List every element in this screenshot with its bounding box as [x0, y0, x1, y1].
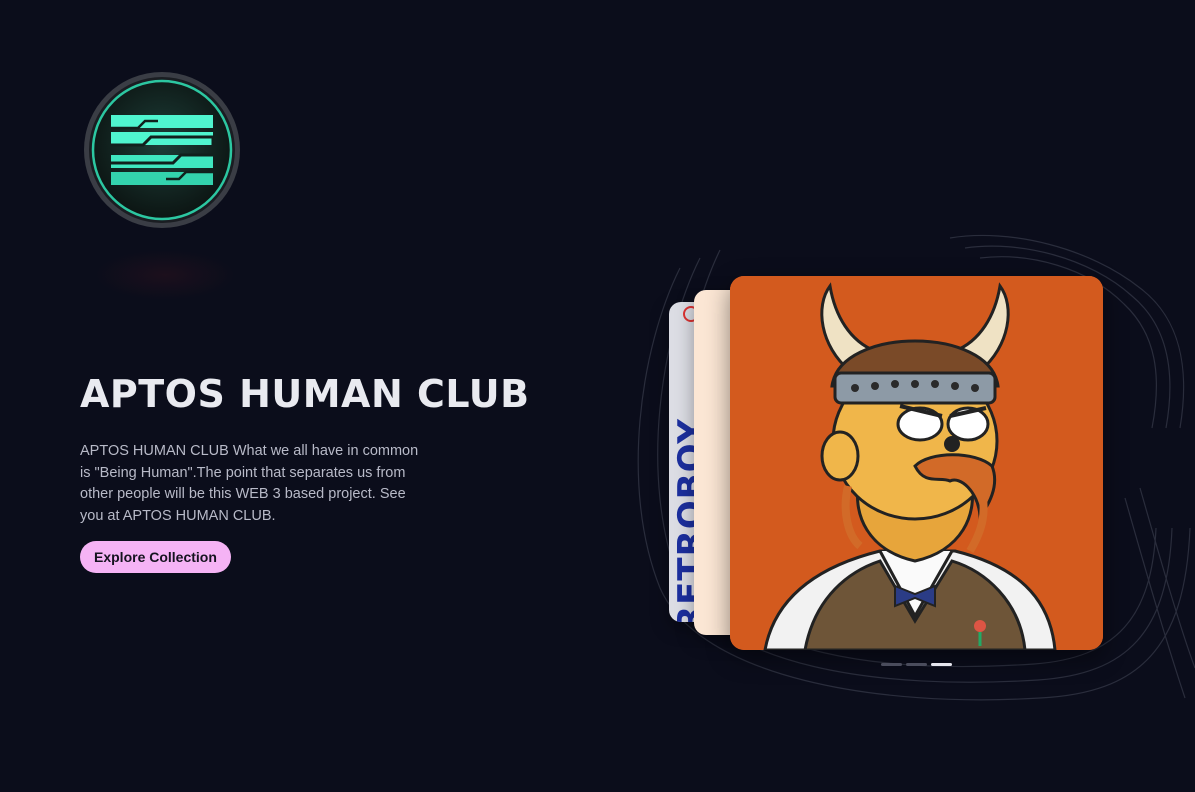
- carousel-pagination: [881, 663, 952, 666]
- carousel-dot-2[interactable]: [906, 663, 927, 666]
- explore-collection-button[interactable]: Explore Collection: [80, 541, 231, 573]
- viking-human-nft-image: [730, 276, 1103, 650]
- carousel-card-front[interactable]: [730, 276, 1103, 650]
- hero-title: APTOS HUMAN CLUB: [80, 372, 530, 416]
- aptos-logo-icon[interactable]: [83, 71, 241, 229]
- hero-description: APTOS HUMAN CLUB What we all have in com…: [80, 443, 419, 524]
- carousel-dot-3-active[interactable]: [931, 663, 952, 666]
- logo-reflection: [95, 250, 235, 300]
- carousel-dot-1[interactable]: [881, 663, 902, 666]
- landing-page: APTOS HUMAN CLUB APTOS HUMAN CLUB What w…: [0, 0, 1195, 792]
